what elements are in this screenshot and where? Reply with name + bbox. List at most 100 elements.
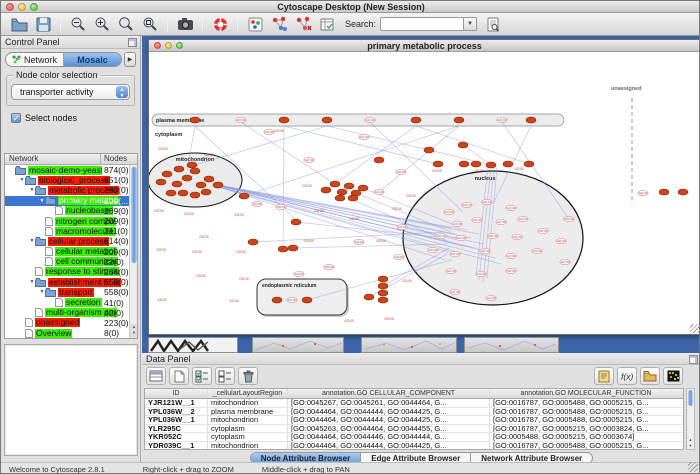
tree-row[interactable]: ▼primary metabo209(... xyxy=(5,196,137,206)
network-node[interactable] xyxy=(291,219,301,225)
network-node[interactable] xyxy=(337,189,347,195)
new-attribute-icon[interactable] xyxy=(169,367,189,385)
tree-row[interactable]: ▼metabolic process280(0) xyxy=(5,185,137,195)
tree-column-network[interactable]: Network xyxy=(5,154,101,164)
annotation-note-icon[interactable] xyxy=(594,367,614,385)
zoom-in-icon[interactable] xyxy=(90,14,114,34)
network-node[interactable] xyxy=(330,181,340,187)
network-node[interactable] xyxy=(378,283,388,289)
network-node[interactable] xyxy=(190,192,200,198)
background-window-fragment[interactable] xyxy=(464,337,559,353)
network-node[interactable] xyxy=(503,161,513,167)
tree-row[interactable]: ▼cellular process614(0) xyxy=(5,236,137,246)
float-panel-icon[interactable] xyxy=(128,38,137,47)
select-nodes-checkbox[interactable]: ✓ xyxy=(11,113,21,123)
tree-row[interactable]: nitrogen compo209(0) xyxy=(5,216,137,226)
network-node[interactable] xyxy=(378,290,388,296)
network-node[interactable] xyxy=(182,175,192,181)
search-config-icon[interactable] xyxy=(481,14,505,34)
app-titlebar[interactable]: Cytoscape Desktop (New Session) xyxy=(1,1,700,13)
network-node[interactable] xyxy=(187,162,197,168)
tree-row[interactable]: ▼transport558(0) xyxy=(5,287,137,297)
table-row[interactable]: YDR039C__1mitochondrion[GO:0044464, GO:0… xyxy=(145,442,683,450)
tree-row[interactable]: nucleobase-209(0) xyxy=(5,206,137,216)
help-ring-icon[interactable] xyxy=(208,14,232,34)
network-node[interactable] xyxy=(411,117,421,123)
window-resize-grip[interactable] xyxy=(688,462,698,472)
column-id[interactable]: ID xyxy=(145,389,208,398)
network-node[interactable] xyxy=(486,162,496,168)
network-canvas[interactable]: plasma membranecytoplasmmitochondrionnuc… xyxy=(149,52,700,334)
network-node[interactable] xyxy=(196,182,206,188)
network-node[interactable] xyxy=(374,157,384,163)
formula-builder-icon[interactable]: f(x) xyxy=(617,367,637,385)
zoom-selected-icon[interactable] xyxy=(138,14,162,34)
network-node[interactable] xyxy=(526,117,536,123)
network-node[interactable] xyxy=(162,171,172,177)
network-tree-header[interactable]: Network Nodes xyxy=(5,154,137,165)
table-scrollbar-thumb[interactable] xyxy=(688,390,693,406)
network-node[interactable] xyxy=(201,189,211,195)
network-node[interactable] xyxy=(524,161,534,167)
network-node[interactable] xyxy=(378,276,388,282)
delete-attribute-icon[interactable] xyxy=(238,367,258,385)
save-icon[interactable] xyxy=(31,14,55,34)
snapshot-icon[interactable] xyxy=(173,14,197,34)
network-node[interactable] xyxy=(278,246,288,252)
select-all-attributes-icon[interactable] xyxy=(192,367,212,385)
network-node[interactable] xyxy=(358,185,368,191)
background-window-fragment[interactable] xyxy=(361,337,457,353)
network-node[interactable] xyxy=(454,117,464,123)
birdseye-view-panel[interactable] xyxy=(4,344,138,456)
network-node[interactable] xyxy=(213,182,223,188)
network-node[interactable] xyxy=(190,168,200,174)
tree-row[interactable]: ▼establishment of lo558(0) xyxy=(5,277,137,287)
matrix-view-icon[interactable] xyxy=(663,367,683,385)
tree-row[interactable]: cellular metabol209(0) xyxy=(5,247,137,257)
tree-row[interactable]: ▼biological_process651(0) xyxy=(5,175,137,185)
network-node[interactable] xyxy=(239,193,249,199)
tab-mosaic[interactable]: Mosaic xyxy=(64,53,121,66)
table-row[interactable]: YKR052Ccytoplasm[GO:0044464, GO:0044446,… xyxy=(145,433,683,442)
network-node[interactable] xyxy=(166,190,176,196)
network-node[interactable] xyxy=(248,239,258,245)
column-go-cellular-component[interactable]: annotation.GO CELLULAR_COMPONENT xyxy=(288,389,490,398)
tree-row[interactable]: multi-organism pro42(0) xyxy=(5,308,137,318)
network-node[interactable] xyxy=(302,297,312,303)
vizmapper-icon[interactable] xyxy=(243,14,267,34)
open-icon[interactable] xyxy=(7,14,31,34)
network-node[interactable] xyxy=(348,195,358,201)
tree-row[interactable]: secretion41(0) xyxy=(5,297,137,307)
network-node[interactable] xyxy=(344,183,354,189)
network-node[interactable] xyxy=(178,190,188,196)
destroy-network-view-icon[interactable] xyxy=(291,14,315,34)
table-row[interactable]: YJR121W__1mitochondrion[GO:0045267, GO:0… xyxy=(145,399,683,408)
network-node[interactable] xyxy=(378,297,388,303)
tree-scrollbar-thumb[interactable] xyxy=(131,167,137,263)
tab-network[interactable]: Network xyxy=(6,53,64,66)
network-node[interactable] xyxy=(288,245,298,251)
tree-scrollbar-arrows[interactable]: ▲▼ xyxy=(130,324,138,338)
tree-column-nodes[interactable]: Nodes xyxy=(101,154,137,164)
network-node[interactable] xyxy=(279,117,289,123)
tree-scrollbar[interactable]: ▲▼ xyxy=(129,165,137,338)
network-window-titlebar[interactable]: primary metabolic process xyxy=(149,40,700,52)
node-color-dropdown[interactable]: transporter activity ▲▼ xyxy=(11,84,130,100)
table-row[interactable]: YLR295Ccytoplasm[GO:0045263, GO:0044464,… xyxy=(145,425,683,434)
network-resize-grip[interactable] xyxy=(690,324,699,333)
attribute-table[interactable]: ID _cellularLayoutRegion annotation.GO C… xyxy=(144,388,684,450)
network-table-icon[interactable] xyxy=(315,14,339,34)
zoom-fit-icon[interactable] xyxy=(114,14,138,34)
table-scrollbar-arrows[interactable]: ▲▼ xyxy=(687,437,694,449)
search-input[interactable] xyxy=(380,17,464,31)
tree-row[interactable]: response to stimulu264(0) xyxy=(5,267,137,277)
search-dropdown-button[interactable]: ▼ xyxy=(464,17,477,31)
background-window-fragment[interactable] xyxy=(252,337,344,353)
network-node[interactable] xyxy=(172,181,182,187)
network-node[interactable] xyxy=(659,189,669,195)
network-view-window[interactable]: primary metabolic process plasma membran… xyxy=(148,39,700,335)
unselect-all-attributes-icon[interactable] xyxy=(215,367,235,385)
network-node[interactable] xyxy=(321,187,331,193)
network-node[interactable] xyxy=(424,147,434,153)
table-scrollbar[interactable]: ▲▼ xyxy=(686,388,695,450)
